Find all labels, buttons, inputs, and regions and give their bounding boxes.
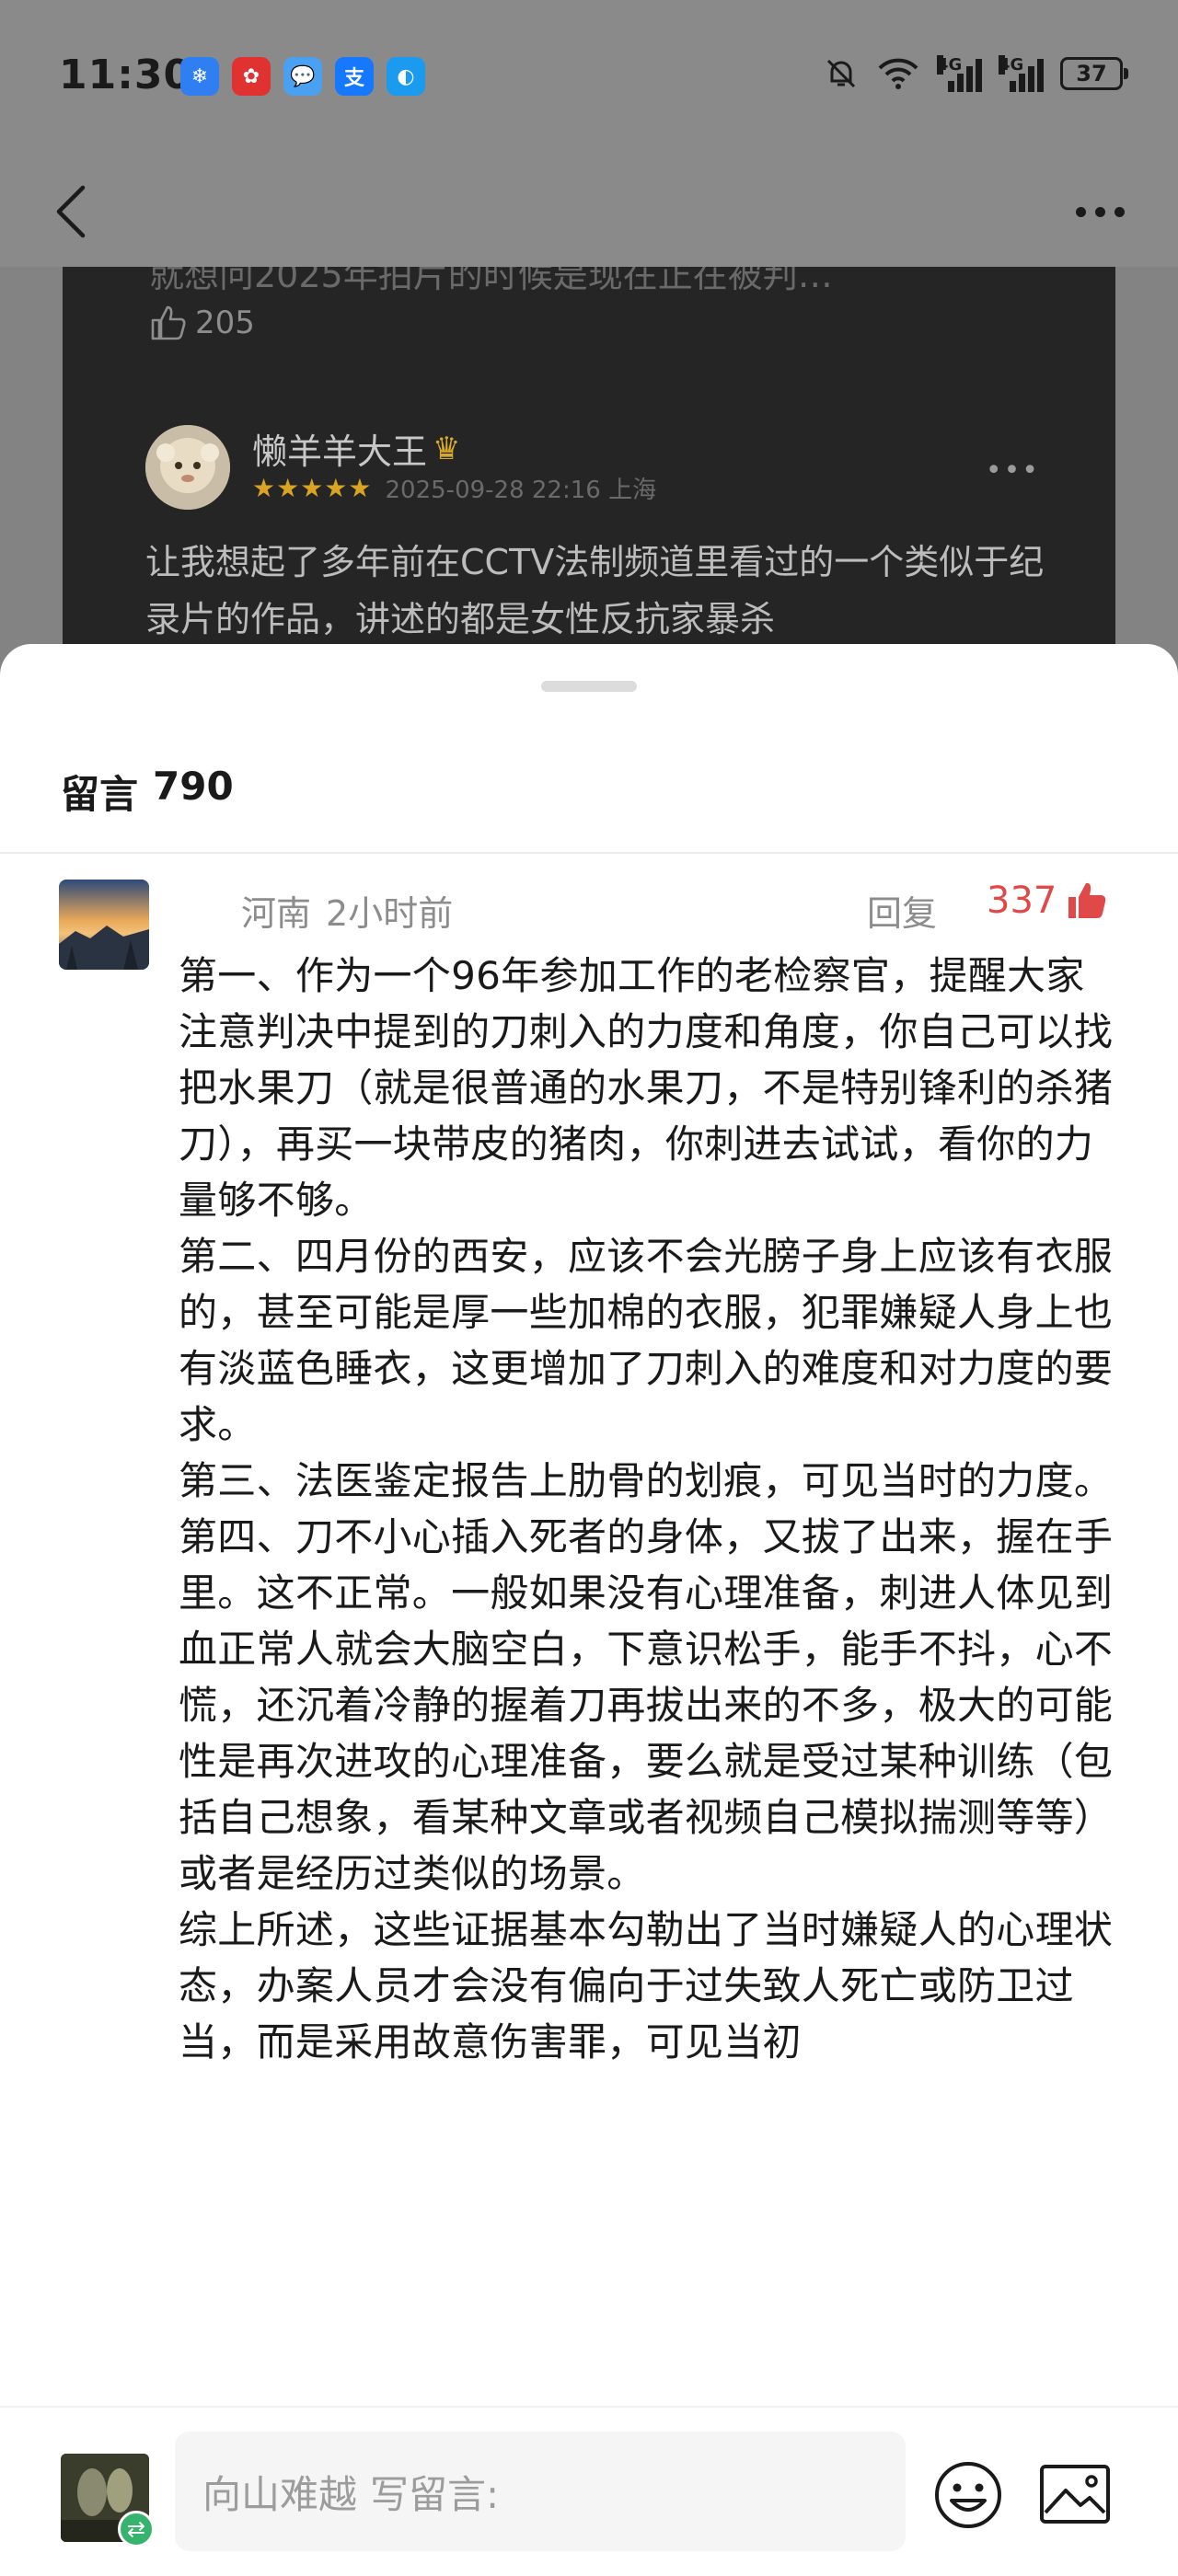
- qq-icon: ◐: [387, 57, 425, 96]
- bg-comment-text: 就想问2025年拍片的时候是现在正在被判…: [149, 267, 833, 295]
- reply-button[interactable]: 回复: [867, 885, 937, 936]
- image-button[interactable]: [1038, 2461, 1112, 2527]
- bg-user-avatar: [145, 425, 230, 510]
- comment-paragraph: 第二、四月份的西安，应该不会光膀子身上应该有衣服的，甚至可能是厚一些加棉的衣服，…: [179, 1234, 1114, 1447]
- landscape-avatar-icon: [59, 880, 149, 970]
- chat-bubble-icon: 💬: [283, 57, 322, 96]
- bg-date-location: 2025-09-28 22:16 上海: [385, 477, 657, 504]
- comment-count: 790: [153, 764, 234, 809]
- notification-icons: ❄ ✿ 💬 支 ◐: [180, 57, 425, 96]
- mute-bell-icon: [826, 59, 856, 88]
- switch-account-icon[interactable]: ⇄: [118, 2511, 155, 2547]
- app-blue-icon: ❄: [180, 57, 219, 96]
- bg-username-text: 懒羊羊大王: [252, 431, 428, 472]
- image-icon: [1040, 2465, 1110, 2524]
- battery-icon: 37: [1060, 57, 1128, 90]
- comment-body: 第一、作为一个96年参加工作的老检察官，提醒大家注意判决中提到的刀刺入的力度和角…: [179, 948, 1117, 2070]
- signal-strength-icon-2: 4G: [999, 55, 1044, 92]
- drag-handle[interactable]: [541, 681, 637, 692]
- commenter-avatar[interactable]: [59, 880, 149, 970]
- network-type-label-2: 4G: [999, 55, 1024, 75]
- like-count: 337: [987, 880, 1057, 922]
- screen: 11:30 ❄ ✿ 💬 支 ◐ 4G 4G 37 就想问2025年拍片的时候是现…: [0, 0, 1178, 2576]
- status-bar: 11:30 ❄ ✿ 💬 支 ◐ 4G 4G 37: [0, 0, 1178, 156]
- comment-paragraph: 第三、法医鉴定报告上肋骨的划痕，可见当时的力度。: [179, 1458, 1114, 1503]
- background-comments: 就想问2025年拍片的时候是现在正在被判… 205 懒羊羊大王 ♛ ★★★★★ …: [63, 267, 1115, 672]
- signal-strength-icon: 4G: [937, 55, 982, 92]
- bg-comment-body: 让我想起了多年前在CCTV法制频道里看过的一个类似于纪录片的作品，讲述的都是女性…: [145, 542, 1045, 639]
- back-button[interactable]: [37, 175, 110, 248]
- input-username: 向山难越: [202, 2471, 358, 2517]
- divider: [0, 852, 1178, 854]
- more-dot-icon: [1094, 206, 1105, 217]
- star-rating: ★★★★★: [252, 473, 373, 503]
- more-options-button[interactable]: [1058, 175, 1141, 248]
- thumbs-up-filled-icon: [1068, 882, 1106, 918]
- network-type-label: 4G: [937, 55, 963, 75]
- more-dot-icon: [1114, 206, 1125, 217]
- comment-input[interactable]: 向山难越 写留言:: [175, 2432, 906, 2551]
- bg-username: 懒羊羊大王 ♛: [252, 423, 461, 474]
- chevron-left-icon: [56, 185, 86, 238]
- sheep-avatar-icon: [145, 425, 230, 510]
- smiley-icon: [935, 2462, 1001, 2528]
- comment-sheet: 留言 790 河南 2小时前 回复 337 第一、作为一个96年参加工作的老检察…: [0, 644, 1178, 2576]
- comment-location: 河南: [241, 893, 312, 934]
- bg-meta: ★★★★★ 2025-09-28 22:16 上海: [252, 471, 656, 505]
- wifi-icon: [878, 58, 918, 89]
- input-placeholder: 写留言:: [370, 2471, 500, 2517]
- bg-like-button: 205: [149, 304, 255, 342]
- like-button[interactable]: 337: [987, 880, 1108, 922]
- comment-paragraph: 第一、作为一个96年参加工作的老检察官，提醒大家注意判决中提到的刀刺入的力度和角…: [179, 953, 1114, 1223]
- sheet-title: 留言: [61, 772, 139, 817]
- app-red-icon: ✿: [232, 57, 271, 96]
- crown-icon: ♛: [433, 430, 461, 467]
- emoji-button[interactable]: [931, 2458, 1005, 2532]
- sheet-header: 留言 790: [61, 764, 234, 820]
- status-time: 11:30: [59, 52, 193, 98]
- more-dot-icon: [1075, 206, 1086, 217]
- system-status: 4G 4G 37: [823, 55, 1128, 92]
- comment-time: 2小时前: [326, 893, 454, 934]
- comment-paragraph: 综上所述，这些证据基本勾勒出了当时嫌疑人的心理状态，办案人员才会没有偏向于过失致…: [179, 1907, 1114, 2064]
- alipay-icon: 支: [335, 57, 374, 96]
- comment-meta: 河南 2小时前: [241, 885, 453, 936]
- bg-more-icon: •••: [985, 454, 1040, 487]
- nav-bar: [0, 156, 1178, 267]
- bg-like-count: 205: [195, 305, 255, 341]
- comment-paragraph: 第四、刀不小心插入死者的身体，又拔了出来，握在手里。这不正常。一般如果没有心理准…: [179, 1514, 1114, 1896]
- comment-input-bar: ⇄ 向山难越 写留言:: [0, 2406, 1178, 2576]
- thumbs-up-icon: [151, 305, 186, 340]
